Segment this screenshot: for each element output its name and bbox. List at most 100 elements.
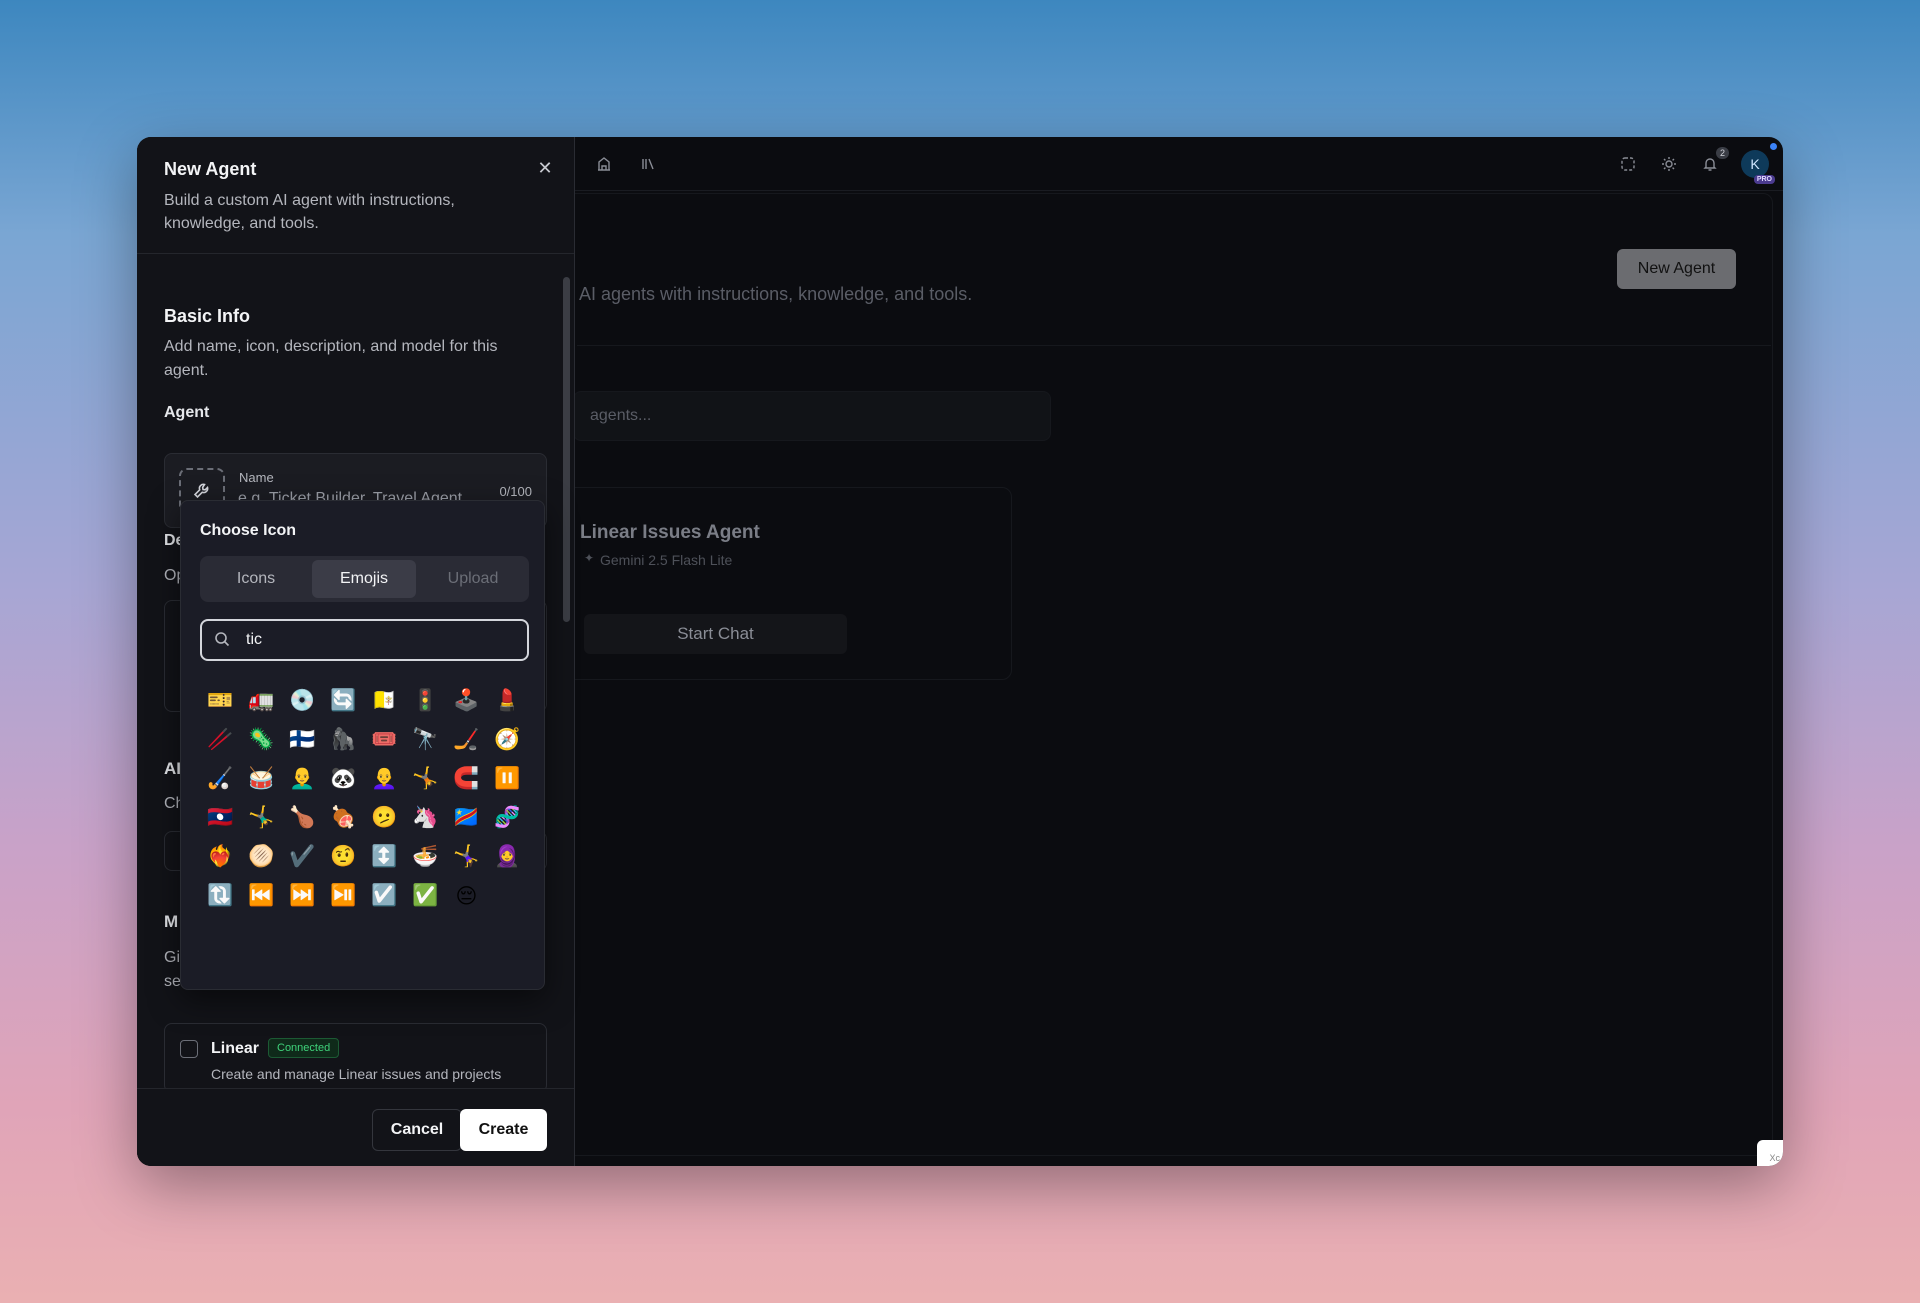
online-indicator [1770, 143, 1777, 150]
emoji-search-input[interactable] [246, 631, 516, 649]
emoji-option[interactable]: 🚛 [241, 681, 282, 720]
emoji-option[interactable]: 👨‍🦲 [282, 759, 323, 798]
panel-title: New Agent [164, 159, 257, 179]
cancel-button[interactable]: Cancel [372, 1109, 462, 1151]
avatar-initial: K [1750, 156, 1760, 172]
new-agent-button[interactable]: New Agent [1617, 249, 1736, 289]
status-badge: Connected [268, 1038, 340, 1058]
emoji-grid: 🎫 🚛 💿 🔄 🇻🇦 🚦 🕹️ 💄 🥢 🦠 🇫🇮 🦍 🎟️ 🔭 🏒 🧭 🏑 🥁 👨‍🦲 🐼 👩‍🦲 🤸 🧲 ⏸️ 🇱🇦 🤸‍♂️ 🍗… [200, 681, 536, 915]
emoji-option[interactable]: 🎟️ [364, 720, 405, 759]
emoji-option[interactable]: 🇱🇦 [200, 798, 241, 837]
panel-header: New Agent Build a custom AI agent with i… [137, 137, 574, 254]
emoji-option[interactable]: ⏯️ [323, 876, 364, 915]
emoji-option[interactable]: 🧭 [487, 720, 528, 759]
emoji-option[interactable]: 🍖 [323, 798, 364, 837]
emoji-option[interactable]: ⏭️ [282, 876, 323, 915]
close-icon[interactable]: ✕ [534, 157, 556, 179]
avatar[interactable]: K PRO [1741, 150, 1775, 184]
agent-card[interactable]: Linear Issues Agent ✦ Gemini 2.5 Flash L… [557, 487, 1012, 680]
emoji-option[interactable]: 🎫 [200, 681, 241, 720]
emoji-option[interactable]: 🔃 [200, 876, 241, 915]
emoji-option[interactable]: 🐼 [323, 759, 364, 798]
tab-icons[interactable]: Icons [204, 560, 308, 598]
emoji-option[interactable]: 🚦 [405, 681, 446, 720]
emoji-option[interactable]: 🦍 [323, 720, 364, 759]
emoji-option[interactable]: 🤸‍♀️ [446, 837, 487, 876]
emoji-option[interactable]: ✔️ [282, 837, 323, 876]
tool-name: Linear [211, 1040, 260, 1057]
tab-upload[interactable]: Upload [421, 560, 525, 598]
emoji-option[interactable]: 🤨 [323, 837, 364, 876]
sparkle-icon: ✦ [584, 551, 595, 565]
emoji-option[interactable]: 🧬 [487, 798, 528, 837]
emoji-option[interactable]: ☑️ [364, 876, 405, 915]
emoji-option[interactable]: ⏸️ [487, 759, 528, 798]
search-agents-input[interactable]: agents... [573, 391, 1051, 441]
tab-emojis[interactable]: Emojis [312, 560, 416, 598]
partial-label-6: Gi [164, 949, 180, 966]
divider [577, 345, 1771, 346]
emoji-option[interactable]: 🕹️ [446, 681, 487, 720]
loading-icon[interactable] [1617, 153, 1639, 175]
emoji-option[interactable]: 🥁 [241, 759, 282, 798]
emoji-option[interactable]: 🇨🇩 [446, 798, 487, 837]
name-label: Name [239, 470, 274, 485]
building-icon[interactable] [593, 153, 615, 175]
agent-card-title: Linear Issues Agent [580, 522, 760, 543]
basic-info-description: Add name, icon, description, and model f… [164, 338, 498, 379]
tool-description: Create and manage Linear issues and proj… [211, 1066, 502, 1082]
emoji-option[interactable]: ✅ [405, 876, 446, 915]
emoji-option[interactable]: 🦄 [405, 798, 446, 837]
emoji-option[interactable]: ⏮️ [241, 876, 282, 915]
emoji-option[interactable]: 🇫🇮 [282, 720, 323, 759]
emoji-option[interactable]: 🫤 [364, 798, 405, 837]
emoji-option[interactable]: 🍗 [282, 798, 323, 837]
sun-icon[interactable] [1658, 153, 1680, 175]
emoji-option[interactable]: 🏒 [446, 720, 487, 759]
corner-chip[interactable]: Xc [1757, 1140, 1783, 1166]
panel-footer: Cancel Create [137, 1088, 574, 1166]
emoji-option[interactable]: 🦠 [241, 720, 282, 759]
emoji-option[interactable]: 👩‍🦲 [364, 759, 405, 798]
emoji-option[interactable]: 🏑 [200, 759, 241, 798]
emoji-option[interactable]: 🔄 [323, 681, 364, 720]
emoji-option[interactable]: 💄 [487, 681, 528, 720]
start-chat-button[interactable]: Start Chat [584, 614, 847, 654]
emoji-option[interactable]: 🧕 [487, 837, 528, 876]
wrench-icon [193, 483, 209, 499]
emoji-option[interactable]: 😔 [446, 876, 487, 915]
pro-badge: PRO [1753, 175, 1775, 184]
page-subtitle: AI agents with instructions, knowledge, … [579, 284, 973, 304]
emoji-option[interactable]: ❤️‍🔥 [200, 837, 241, 876]
tool-card-linear[interactable]: Linear Connected Create and manage Linea… [164, 1023, 547, 1093]
char-count: 0/100 [499, 484, 532, 499]
emoji-search-field[interactable] [200, 619, 529, 661]
bell-icon[interactable]: 2 [1699, 147, 1729, 175]
tool-checkbox[interactable] [180, 1040, 198, 1058]
emoji-option[interactable]: 🫓 [241, 837, 282, 876]
emoji-option[interactable]: ↕️ [364, 837, 405, 876]
emoji-option[interactable]: 🥢 [200, 720, 241, 759]
emoji-option[interactable]: 🤸‍♂️ [241, 798, 282, 837]
emoji-option[interactable]: 🔭 [405, 720, 446, 759]
partial-label-7: se [164, 973, 181, 990]
app-window: 2 K PRO New Agent AI agents with instruc… [137, 137, 1783, 1166]
emoji-option[interactable]: 🇻🇦 [364, 681, 405, 720]
notification-badge: 2 [1715, 147, 1729, 159]
create-button[interactable]: Create [460, 1109, 547, 1151]
emoji-option[interactable]: 🍜 [405, 837, 446, 876]
emoji-option[interactable]: 🤸 [405, 759, 446, 798]
panel-scrollbar[interactable] [563, 277, 570, 622]
partial-label-5: M [164, 912, 179, 931]
library-icon[interactable] [637, 153, 659, 175]
icon-picker: Choose Icon Icons Emojis Upload 🎫🚛💿🔄🇻🇦🚦🕹… [180, 500, 545, 990]
new-agent-panel: New Agent Build a custom AI agent with i… [137, 137, 575, 1166]
agent-card-model: Gemini 2.5 Flash Lite [600, 552, 733, 568]
basic-info-title: Basic Info [164, 306, 251, 326]
emoji-option[interactable]: 💿 [282, 681, 323, 720]
emoji-option[interactable]: 🧲 [446, 759, 487, 798]
picker-title: Choose Icon [200, 522, 297, 539]
search-icon [214, 631, 230, 652]
panel-description: Build a custom AI agent with instruction… [164, 192, 455, 232]
picker-tabs: Icons Emojis Upload [200, 556, 529, 602]
